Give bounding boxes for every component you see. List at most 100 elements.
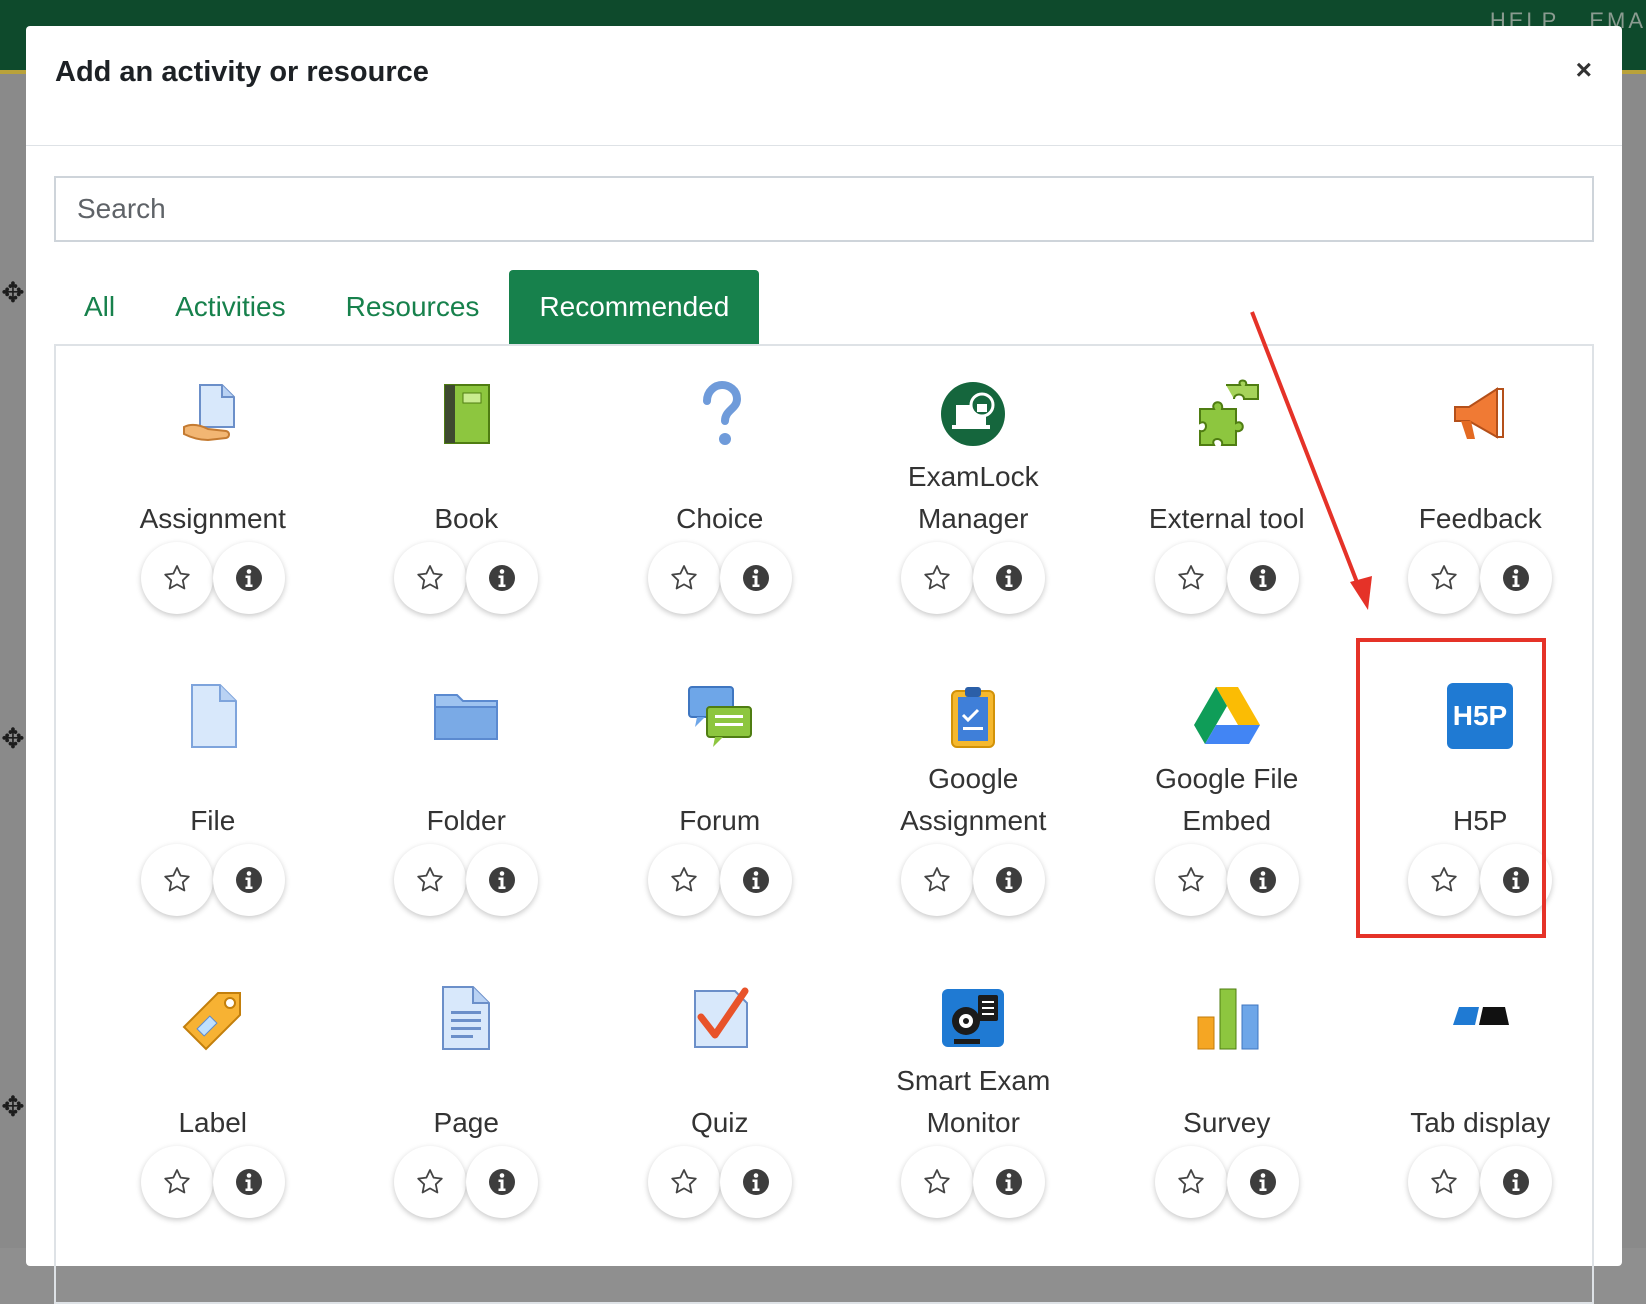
activity-label[interactable]: Tab display	[1354, 1060, 1608, 1144]
info-button[interactable]	[973, 1146, 1046, 1218]
info-button[interactable]	[1480, 844, 1553, 916]
activity-label[interactable]: Forum	[593, 758, 847, 842]
bar-chart-icon[interactable]	[1100, 978, 1354, 1058]
info-button[interactable]	[1480, 542, 1553, 614]
activity-item-page[interactable]: Page	[340, 950, 594, 1252]
tab-display-icon[interactable]	[1354, 978, 1608, 1058]
choice-icon[interactable]	[593, 374, 847, 454]
activity-item-smart-exam-monitor[interactable]: Smart Exam Monitor	[847, 950, 1101, 1252]
activity-label[interactable]: Book	[340, 456, 594, 540]
info-button[interactable]	[719, 542, 792, 614]
star-button[interactable]	[901, 1146, 974, 1218]
star-button[interactable]	[1408, 542, 1481, 614]
activity-item-book[interactable]: Book	[340, 346, 594, 648]
file-icon[interactable]	[86, 676, 340, 756]
activity-item-assignment[interactable]: Assignment	[86, 346, 340, 648]
star-button[interactable]	[140, 844, 213, 916]
examlock-icon[interactable]	[847, 374, 1101, 454]
star-button[interactable]	[647, 542, 720, 614]
star-button[interactable]	[140, 542, 213, 614]
activity-label[interactable]: Smart Exam Monitor	[847, 1060, 1101, 1144]
star-button[interactable]	[1408, 844, 1481, 916]
star-button[interactable]	[394, 1146, 467, 1218]
puzzle-icon[interactable]	[1100, 374, 1354, 454]
activity-label[interactable]: Page	[340, 1060, 594, 1144]
info-button[interactable]	[719, 844, 792, 916]
activity-item-h5p[interactable]: H5P H5P	[1354, 648, 1608, 950]
activity-label[interactable]: Google Assignment	[847, 758, 1101, 842]
activity-item-external-tool[interactable]: External tool	[1100, 346, 1354, 648]
info-button[interactable]	[1226, 844, 1299, 916]
activity-label[interactable]: Assignment	[86, 456, 340, 540]
google-drive-icon[interactable]	[1100, 676, 1354, 756]
activity-label[interactable]: Label	[86, 1060, 340, 1144]
activity-label[interactable]: ExamLock Manager	[847, 456, 1101, 540]
activity-item-survey[interactable]: Survey	[1100, 950, 1354, 1252]
star-button[interactable]	[1154, 844, 1227, 916]
activity-label[interactable]: Folder	[340, 758, 594, 842]
activity-label[interactable]: Google File Embed	[1100, 758, 1354, 842]
search-input[interactable]	[54, 176, 1594, 242]
activity-label[interactable]: Choice	[593, 456, 847, 540]
activity-item-forum[interactable]: Forum	[593, 648, 847, 950]
activity-item-quiz[interactable]: Quiz	[593, 950, 847, 1252]
info-button[interactable]	[212, 1146, 285, 1218]
tab-resources[interactable]: Resources	[316, 270, 510, 344]
folder-icon[interactable]	[340, 676, 594, 756]
move-icon[interactable]: ✥	[0, 278, 26, 308]
modal-title: Add an activity or resource	[55, 56, 429, 88]
star-button[interactable]	[1154, 1146, 1227, 1218]
close-button[interactable]: ×	[1576, 54, 1592, 86]
star-button[interactable]	[901, 542, 974, 614]
star-button[interactable]	[647, 844, 720, 916]
activity-item-choice[interactable]: Choice	[593, 346, 847, 648]
book-icon[interactable]	[340, 374, 594, 454]
activity-label[interactable]: Quiz	[593, 1060, 847, 1144]
activity-item-google-file-embed[interactable]: Google File Embed	[1100, 648, 1354, 950]
info-button[interactable]	[466, 844, 539, 916]
star-button[interactable]	[140, 1146, 213, 1218]
activity-label[interactable]: H5P	[1354, 758, 1608, 842]
h5p-icon[interactable]: H5P	[1354, 676, 1608, 756]
webcam-icon[interactable]	[847, 978, 1101, 1058]
activity-label[interactable]: File	[86, 758, 340, 842]
activity-item-feedback[interactable]: Feedback	[1354, 346, 1608, 648]
activity-label[interactable]: Feedback	[1354, 456, 1608, 540]
label-tag-icon[interactable]	[86, 978, 340, 1058]
megaphone-icon[interactable]	[1354, 374, 1608, 454]
activity-label[interactable]: Survey	[1100, 1060, 1354, 1144]
page-icon[interactable]	[340, 978, 594, 1058]
activity-item-google-assignment[interactable]: Google Assignment	[847, 648, 1101, 950]
info-button[interactable]	[1226, 542, 1299, 614]
info-button[interactable]	[212, 542, 285, 614]
assignment-icon[interactable]	[86, 374, 340, 454]
star-button[interactable]	[647, 1146, 720, 1218]
activity-item-file[interactable]: File	[86, 648, 340, 950]
forum-icon[interactable]	[593, 676, 847, 756]
activity-item-folder[interactable]: Folder	[340, 648, 594, 950]
tab-activities[interactable]: Activities	[145, 270, 315, 344]
activity-item-tab-display[interactable]: Tab display	[1354, 950, 1608, 1252]
info-button[interactable]	[466, 542, 539, 614]
star-button[interactable]	[394, 542, 467, 614]
info-button[interactable]	[1480, 1146, 1553, 1218]
info-button[interactable]	[973, 542, 1046, 614]
star-button[interactable]	[1408, 1146, 1481, 1218]
info-button[interactable]	[466, 1146, 539, 1218]
move-icon[interactable]: ✥	[0, 1092, 26, 1122]
star-button[interactable]	[394, 844, 467, 916]
activity-label[interactable]: External tool	[1100, 456, 1354, 540]
activity-item-examlock-manager[interactable]: ExamLock Manager	[847, 346, 1101, 648]
info-button[interactable]	[212, 844, 285, 916]
tab-recommended[interactable]: Recommended	[509, 270, 760, 344]
quiz-icon[interactable]	[593, 978, 847, 1058]
info-button[interactable]	[719, 1146, 792, 1218]
move-icon[interactable]: ✥	[0, 724, 26, 754]
tab-all[interactable]: All	[54, 270, 145, 344]
info-button[interactable]	[1226, 1146, 1299, 1218]
star-button[interactable]	[901, 844, 974, 916]
clipboard-icon[interactable]	[847, 676, 1101, 756]
info-button[interactable]	[973, 844, 1046, 916]
star-button[interactable]	[1154, 542, 1227, 614]
activity-item-label[interactable]: Label	[86, 950, 340, 1252]
